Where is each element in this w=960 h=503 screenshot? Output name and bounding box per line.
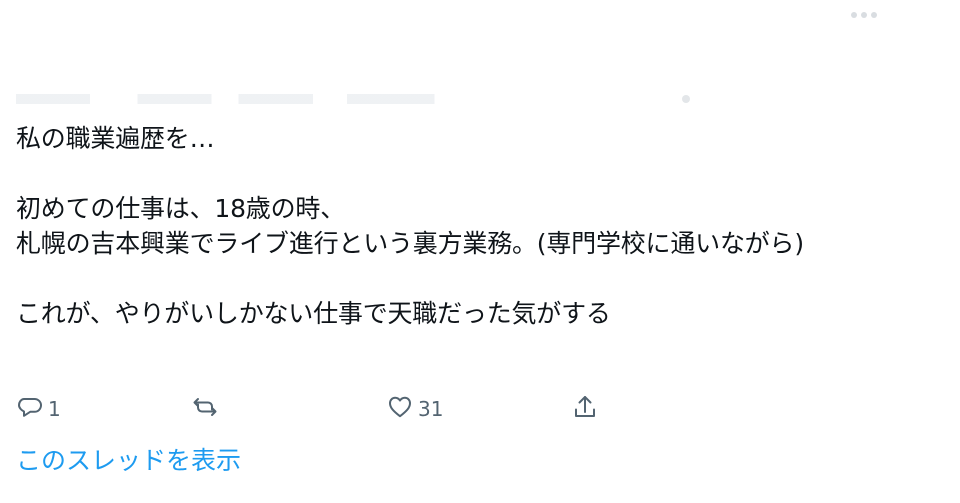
share-button[interactable] bbox=[571, 392, 599, 426]
tweet-actions: 1 31 bbox=[0, 392, 960, 426]
more-dot bbox=[861, 12, 867, 18]
tweet-body: 私の職業遍歴を… 初めての仕事は、18歳の時、 札幌の吉本興業でライブ進行という… bbox=[16, 121, 956, 331]
more-dot bbox=[851, 12, 857, 18]
like-count: 31 bbox=[418, 397, 444, 421]
reply-count: 1 bbox=[48, 397, 61, 421]
cropped-previous-tweet-text bbox=[16, 94, 691, 104]
tweet-line: これが、やりがいしかない仕事で天職だった気がする bbox=[16, 299, 611, 328]
more-options-icon[interactable] bbox=[851, 12, 877, 18]
tweet-line: 初めての仕事は、18歳の時、 bbox=[16, 194, 346, 223]
tweet-line bbox=[16, 156, 956, 191]
cropped-avatar-fragment bbox=[682, 95, 690, 103]
heart-icon bbox=[386, 393, 414, 426]
tweet-line: 札幌の吉本興業でライブ進行という裏方業務。(専門学校に通いながら) bbox=[16, 229, 804, 258]
reply-icon bbox=[16, 393, 44, 426]
reply-button[interactable]: 1 bbox=[16, 392, 61, 426]
retweet-button[interactable] bbox=[191, 392, 223, 426]
tweet-line bbox=[16, 261, 956, 296]
like-button[interactable]: 31 bbox=[386, 392, 443, 426]
share-icon bbox=[571, 393, 599, 426]
retweet-icon bbox=[191, 393, 219, 426]
tweet-line: 私の職業遍歴を… bbox=[16, 124, 215, 153]
more-dot bbox=[871, 12, 877, 18]
show-thread-link[interactable]: このスレッドを表示 bbox=[16, 445, 241, 477]
